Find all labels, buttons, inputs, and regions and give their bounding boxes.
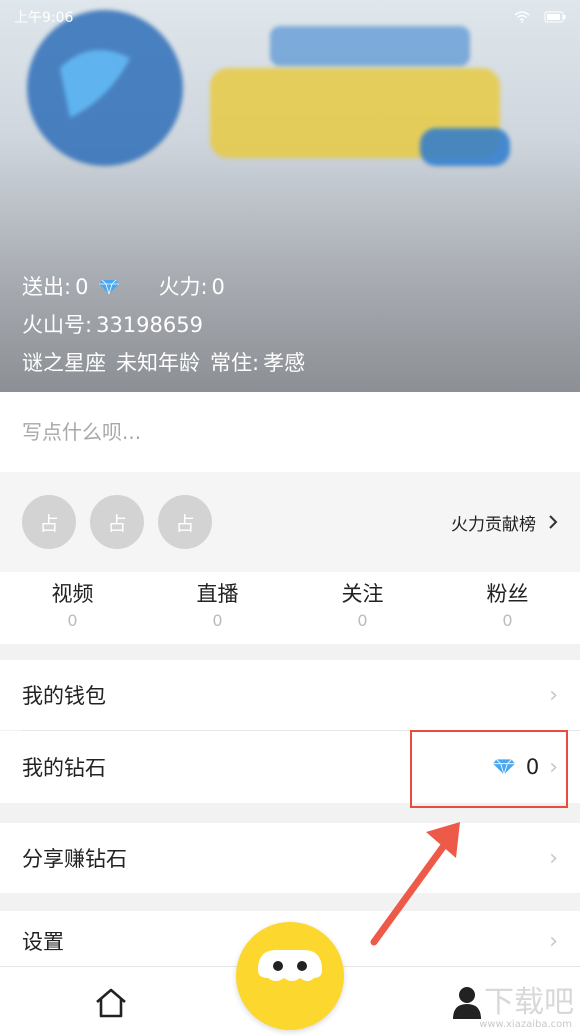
menu-item-wallet[interactable]: 我的钱包 › xyxy=(0,660,580,730)
count-value: 0 xyxy=(357,611,368,630)
profile-stats: 送出: 0 火力: 0 火山号: 33198659 谜之星座 未知年龄 常住: … xyxy=(22,268,305,382)
status-bar: 上午9:06 xyxy=(0,0,580,34)
count-value: 0 xyxy=(502,611,513,630)
menu-label: 分享赚钻石 xyxy=(22,847,127,871)
bio-input[interactable] xyxy=(22,420,562,444)
count-label: 视频 xyxy=(51,582,94,606)
count-live[interactable]: 直播 0 xyxy=(145,572,290,644)
profile-header: 上午9:06 送出: 0 火力: 0 火山号: 33198659 谜之星座 未知… xyxy=(0,0,580,392)
menu-label: 我的钻石 xyxy=(22,756,106,780)
age: 未知年龄 xyxy=(116,351,200,375)
home-icon[interactable] xyxy=(94,987,128,1019)
count-following[interactable]: 关注 0 xyxy=(290,572,435,644)
sent-label: 送出: xyxy=(22,275,72,299)
mascot-icon xyxy=(258,950,322,981)
watermark-brand: 下载吧 xyxy=(484,985,574,1020)
zodiac: 谜之星座 xyxy=(22,351,106,375)
wifi-icon xyxy=(514,11,530,23)
count-videos[interactable]: 视频 0 xyxy=(0,572,145,644)
count-label: 粉丝 xyxy=(486,582,529,606)
residence-value: 孝感 xyxy=(263,351,306,375)
annotation-arrow xyxy=(370,822,460,946)
count-label: 直播 xyxy=(196,582,239,606)
menu-label: 我的钱包 xyxy=(22,684,106,708)
firepower-label: 火力: xyxy=(158,275,208,299)
chevron-right-icon: › xyxy=(549,682,558,708)
id-value: 33198659 xyxy=(96,313,203,337)
bio-area xyxy=(0,392,580,472)
contribution-row: 占 占 占 火力贡献榜 xyxy=(0,472,580,572)
contributor-seat[interactable]: 占 xyxy=(90,495,144,549)
battery-icon xyxy=(544,11,566,23)
sent-value: 0 xyxy=(75,275,89,299)
contribution-rank-link[interactable]: 火力贡献榜 xyxy=(451,510,558,535)
menu-item-share[interactable]: 分享赚钻石 › xyxy=(0,823,580,893)
profile-icon[interactable] xyxy=(452,985,482,1019)
highlight-box xyxy=(410,730,568,808)
counts-row: 视频 0 直播 0 关注 0 粉丝 0 xyxy=(0,572,580,644)
rank-label: 火力贡献榜 xyxy=(451,514,536,535)
firepower-value: 0 xyxy=(211,275,225,299)
contributor-seat[interactable]: 占 xyxy=(22,495,76,549)
chevron-right-icon xyxy=(549,515,558,529)
count-fans[interactable]: 粉丝 0 xyxy=(435,572,580,644)
cover-logo-image xyxy=(27,10,510,166)
count-value: 0 xyxy=(67,611,78,630)
chevron-right-icon: › xyxy=(549,845,558,871)
chevron-right-icon: › xyxy=(549,928,558,954)
diamond-icon xyxy=(99,279,120,295)
id-label: 火山号: xyxy=(22,313,93,337)
status-time: 上午9:06 xyxy=(14,10,74,26)
record-button[interactable] xyxy=(236,922,344,1030)
count-value: 0 xyxy=(212,611,223,630)
menu-label: 设置 xyxy=(22,930,64,954)
count-label: 关注 xyxy=(341,582,384,606)
watermark-url: www.xiazaiba.com xyxy=(479,1019,572,1030)
residence-label: 常住: xyxy=(210,351,260,375)
contributor-seat[interactable]: 占 xyxy=(158,495,212,549)
